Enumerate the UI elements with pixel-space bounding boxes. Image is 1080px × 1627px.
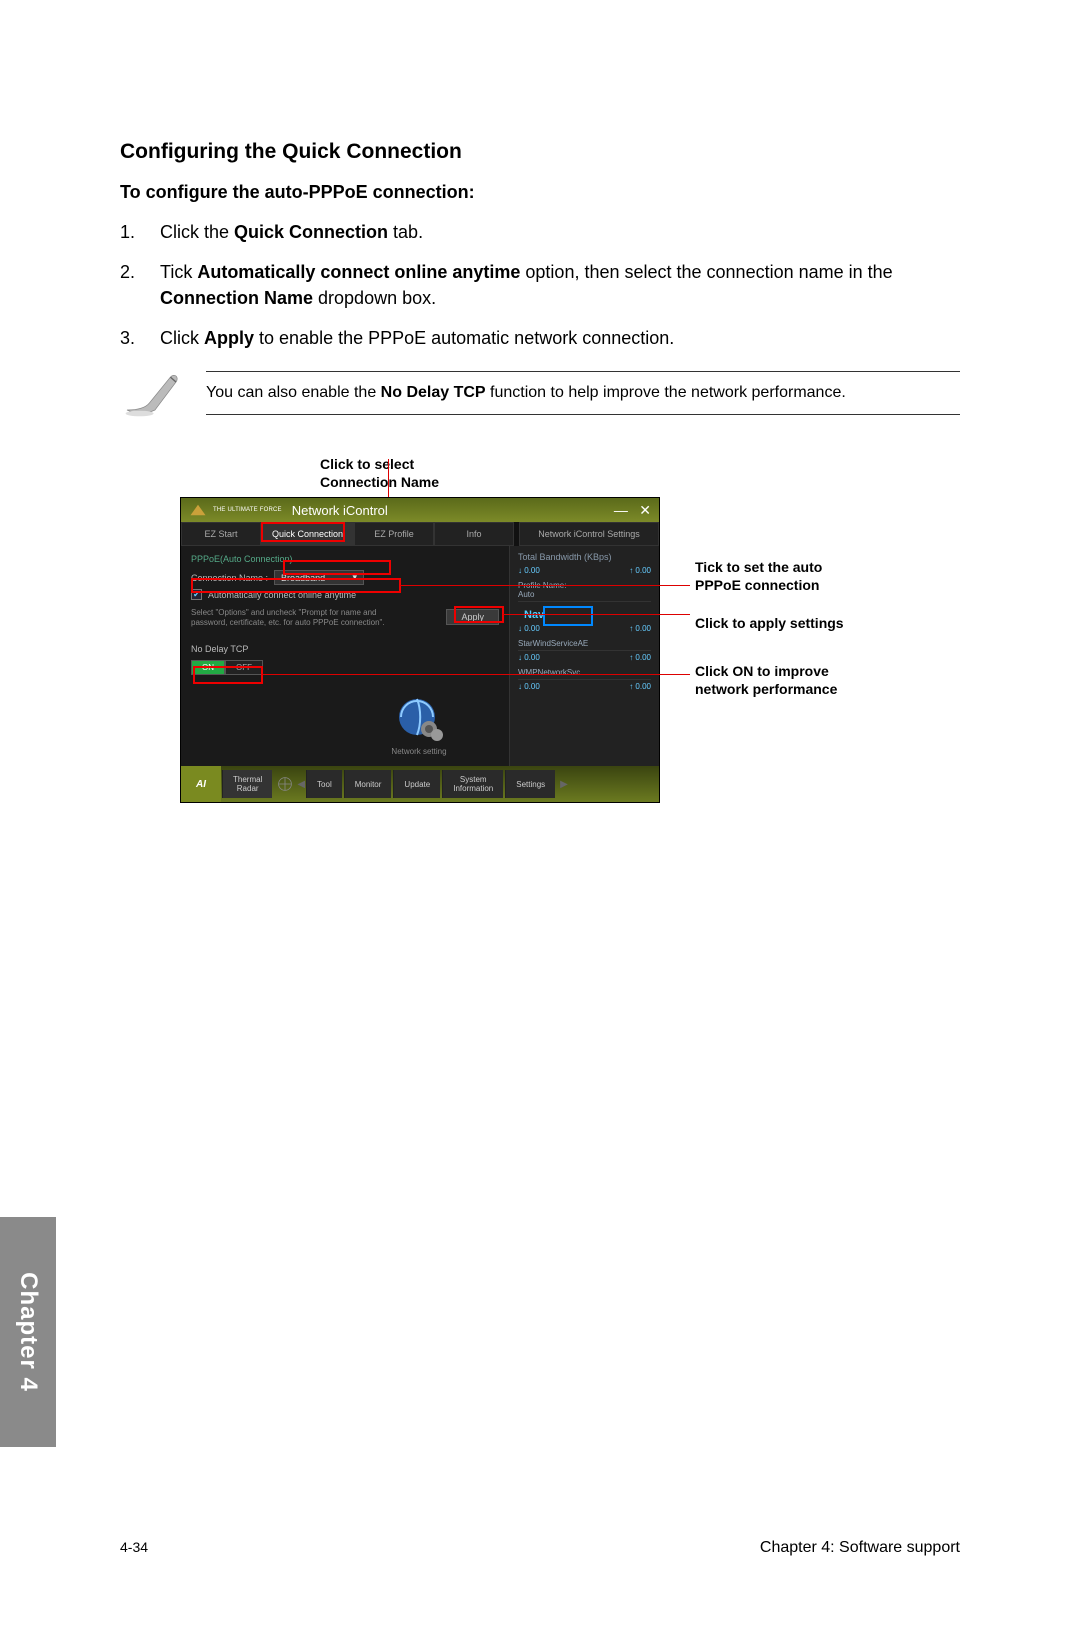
- app-titlebar: THE ULTIMATE FORCE Network iControl — ✕: [181, 498, 659, 522]
- bandwidth-label: Total Bandwidth (KBps): [518, 552, 651, 562]
- no-delay-off-button[interactable]: OFF: [225, 660, 263, 675]
- globe-small-icon: [277, 776, 293, 792]
- connection-name-label: Connection Name :: [191, 573, 268, 583]
- app-footer: AI ThermalRadar ◀ ToolMonitorUpdateSyste…: [181, 766, 659, 802]
- no-delay-on-button[interactable]: ON: [191, 660, 225, 675]
- connection-name-value: Broadband: [281, 573, 325, 583]
- tab-info[interactable]: Info: [434, 522, 514, 546]
- footer-thermal-radar[interactable]: ThermalRadar: [222, 770, 272, 798]
- tab-settings-panel-header[interactable]: Network iControl Settings: [519, 522, 659, 546]
- bw-down: ↓ 0.00: [518, 566, 540, 575]
- subsection-heading: To configure the auto-PPPoE connection:: [120, 182, 960, 203]
- minimize-icon[interactable]: —: [614, 502, 628, 518]
- chapter-side-tab: Chapter 4: [0, 1217, 56, 1447]
- footer-item[interactable]: SystemInformation: [442, 770, 503, 798]
- note-text: You can also enable the No Delay TCP fun…: [206, 371, 960, 415]
- bw-up: ↑ 0.00: [629, 566, 651, 575]
- connection-name-dropdown[interactable]: Broadband ▾: [274, 570, 364, 585]
- footer-prev-icon[interactable]: ◀: [297, 779, 305, 790]
- tab-bar: EZ Start Quick Connection EZ Profile Inf…: [181, 522, 659, 546]
- no-delay-tcp-label: No Delay TCP: [191, 644, 499, 654]
- footer-next-icon[interactable]: ▶: [560, 779, 568, 790]
- brand-logo-icon: [189, 503, 207, 517]
- annotation-apply: Click to apply settings: [695, 615, 865, 633]
- screenshot-container: THE ULTIMATE FORCE Network iControl — ✕ …: [180, 497, 960, 803]
- nav-up: ↑ 0.00: [629, 624, 651, 633]
- brand-tagline: THE ULTIMATE FORCE: [213, 507, 282, 513]
- chapter-footer: Chapter 4: Software support: [760, 1539, 960, 1557]
- step-item: 1.Click the Quick Connection tab.: [120, 219, 960, 245]
- step-item: 2.Tick Automatically connect online anyt…: [120, 259, 960, 311]
- network-setting-caption: Network setting: [391, 747, 446, 756]
- footer-item[interactable]: Monitor: [344, 770, 392, 798]
- step-item: 3.Click Apply to enable the PPPoE automa…: [120, 325, 960, 351]
- tab-ez-start[interactable]: EZ Start: [181, 522, 261, 546]
- section-title: Configuring the Quick Connection: [120, 140, 960, 164]
- footer-item[interactable]: Update: [393, 770, 440, 798]
- callout-top: Click to selectConnection Name: [320, 456, 960, 491]
- settings-side-panel: Total Bandwidth (KBps) ↓ 0.00↑ 0.00 Prof…: [509, 546, 659, 766]
- footer-item[interactable]: Tool: [306, 770, 342, 798]
- nav-highlight: Nav: [518, 608, 550, 622]
- app-window: THE ULTIMATE FORCE Network iControl — ✕ …: [180, 497, 660, 803]
- options-hint: Select "Options" and uncheck "Prompt for…: [191, 608, 411, 627]
- close-icon[interactable]: ✕: [639, 502, 651, 518]
- steps-list: 1.Click the Quick Connection tab. 2.Tick …: [120, 219, 960, 351]
- group-pppoe-label: PPPoE(Auto Connection): [191, 554, 499, 564]
- annotation-on: Click ON to improve network performance: [695, 663, 865, 698]
- page-number: 4-34: [120, 1539, 148, 1557]
- nav-down: ↓ 0.00: [518, 624, 540, 633]
- tab-quick-connection[interactable]: Quick Connection: [261, 522, 354, 546]
- annotation-tick: Tick to set the auto PPPoE connection: [695, 559, 865, 594]
- footer-item[interactable]: Settings: [505, 770, 555, 798]
- window-title: Network iControl: [292, 503, 388, 518]
- auto-connect-checkbox[interactable]: ✔: [191, 589, 202, 600]
- network-setting-icon: Network setting: [389, 695, 449, 756]
- auto-connect-label: Automatically connect online anytime: [208, 590, 356, 600]
- ai-suite-logo-icon[interactable]: AI: [181, 766, 221, 802]
- apply-button[interactable]: Apply: [446, 609, 499, 625]
- process-item: StarWindServiceAE: [518, 639, 651, 651]
- chevron-down-icon: ▾: [353, 572, 358, 583]
- note-pen-icon: [120, 371, 206, 426]
- profile-name-value: Auto: [518, 590, 534, 599]
- tab-ez-profile[interactable]: EZ Profile: [354, 522, 434, 546]
